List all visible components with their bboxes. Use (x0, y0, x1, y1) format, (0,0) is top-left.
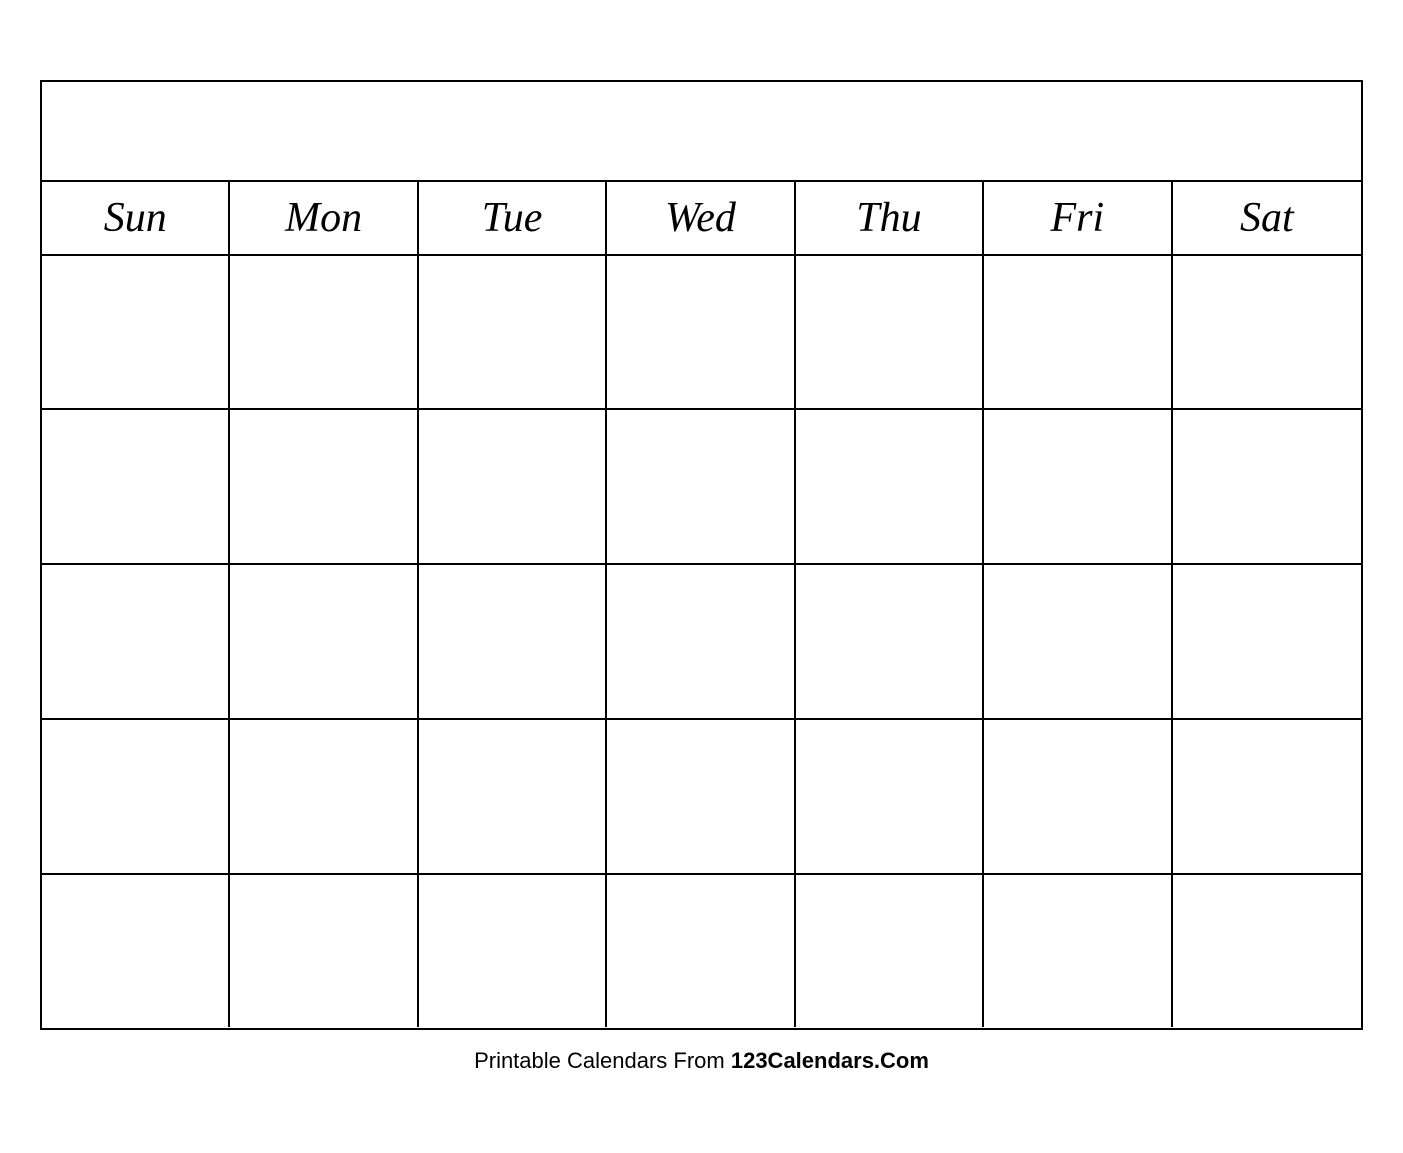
calendar-row (42, 410, 1361, 565)
calendar-cell[interactable] (796, 256, 984, 409)
calendar-cell[interactable] (796, 875, 984, 1028)
calendar-header: Sun Mon Tue Wed Thu Fri Sat (42, 182, 1361, 256)
calendar-cell[interactable] (607, 565, 795, 718)
header-sun: Sun (42, 182, 230, 254)
calendar-cell[interactable] (230, 256, 418, 409)
footer-text-normal: Printable Calendars From (474, 1048, 731, 1073)
calendar-cell[interactable] (984, 875, 1172, 1028)
calendar-cell[interactable] (1173, 410, 1361, 563)
calendar-cell[interactable] (796, 720, 984, 873)
calendar-cell[interactable] (230, 410, 418, 563)
calendar-cell[interactable] (419, 410, 607, 563)
page-wrapper: Sun Mon Tue Wed Thu Fri Sat (0, 0, 1403, 1153)
calendar-row (42, 720, 1361, 875)
calendar-cell[interactable] (419, 720, 607, 873)
footer: Printable Calendars From 123Calendars.Co… (474, 1048, 929, 1074)
footer-text-bold: 123Calendars.Com (731, 1048, 929, 1073)
calendar-cell[interactable] (607, 720, 795, 873)
calendar-cell[interactable] (984, 410, 1172, 563)
calendar-row (42, 565, 1361, 720)
calendar-row (42, 256, 1361, 411)
calendar-cell[interactable] (1173, 720, 1361, 873)
calendar-cell[interactable] (419, 256, 607, 409)
calendar-cell[interactable] (1173, 256, 1361, 409)
calendar-cell[interactable] (42, 256, 230, 409)
header-sat: Sat (1173, 182, 1361, 254)
header-thu: Thu (796, 182, 984, 254)
calendar-cell[interactable] (42, 720, 230, 873)
header-mon: Mon (230, 182, 418, 254)
calendar-cell[interactable] (984, 256, 1172, 409)
calendar-cell[interactable] (796, 410, 984, 563)
calendar-cell[interactable] (607, 410, 795, 563)
calendar-row (42, 875, 1361, 1028)
calendar-cell[interactable] (419, 565, 607, 718)
calendar-cell[interactable] (1173, 875, 1361, 1028)
calendar-container: Sun Mon Tue Wed Thu Fri Sat (40, 80, 1363, 1030)
calendar-cell[interactable] (984, 720, 1172, 873)
calendar-body (42, 256, 1361, 1028)
calendar-cell[interactable] (796, 565, 984, 718)
calendar-cell[interactable] (419, 875, 607, 1028)
calendar-cell[interactable] (230, 875, 418, 1028)
header-tue: Tue (419, 182, 607, 254)
calendar-cell[interactable] (1173, 565, 1361, 718)
calendar-cell[interactable] (42, 565, 230, 718)
calendar-cell[interactable] (42, 875, 230, 1028)
calendar-cell[interactable] (230, 720, 418, 873)
calendar-cell[interactable] (984, 565, 1172, 718)
calendar-cell[interactable] (607, 875, 795, 1028)
calendar-cell[interactable] (230, 565, 418, 718)
header-fri: Fri (984, 182, 1172, 254)
title-row (42, 82, 1361, 182)
calendar-cell[interactable] (42, 410, 230, 563)
header-wed: Wed (607, 182, 795, 254)
calendar-cell[interactable] (607, 256, 795, 409)
